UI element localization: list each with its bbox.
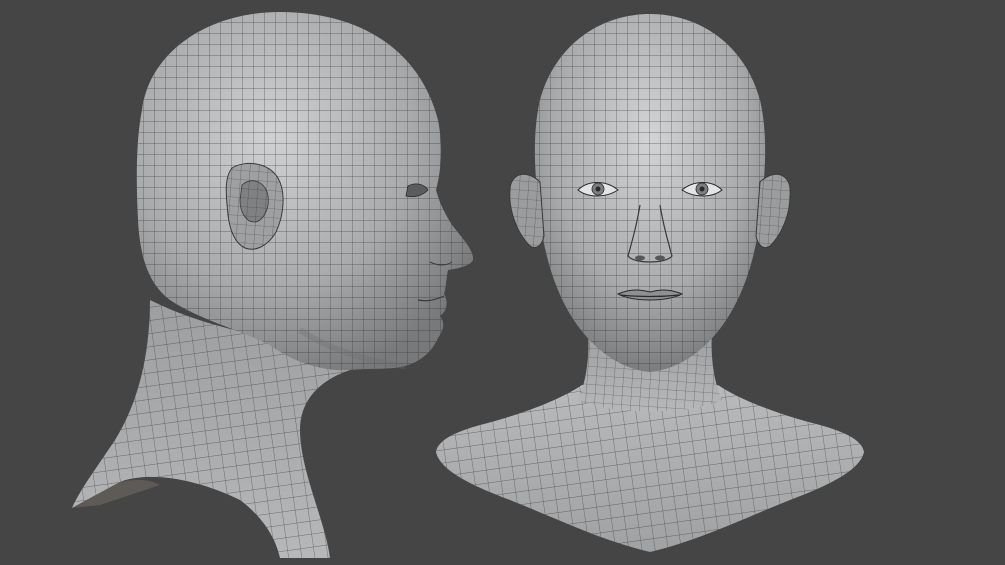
viewport-canvas [72, 12, 864, 558]
front-view-head [436, 14, 864, 552]
3d-viewport[interactable] [0, 0, 1005, 565]
side-view-head [72, 12, 474, 558]
